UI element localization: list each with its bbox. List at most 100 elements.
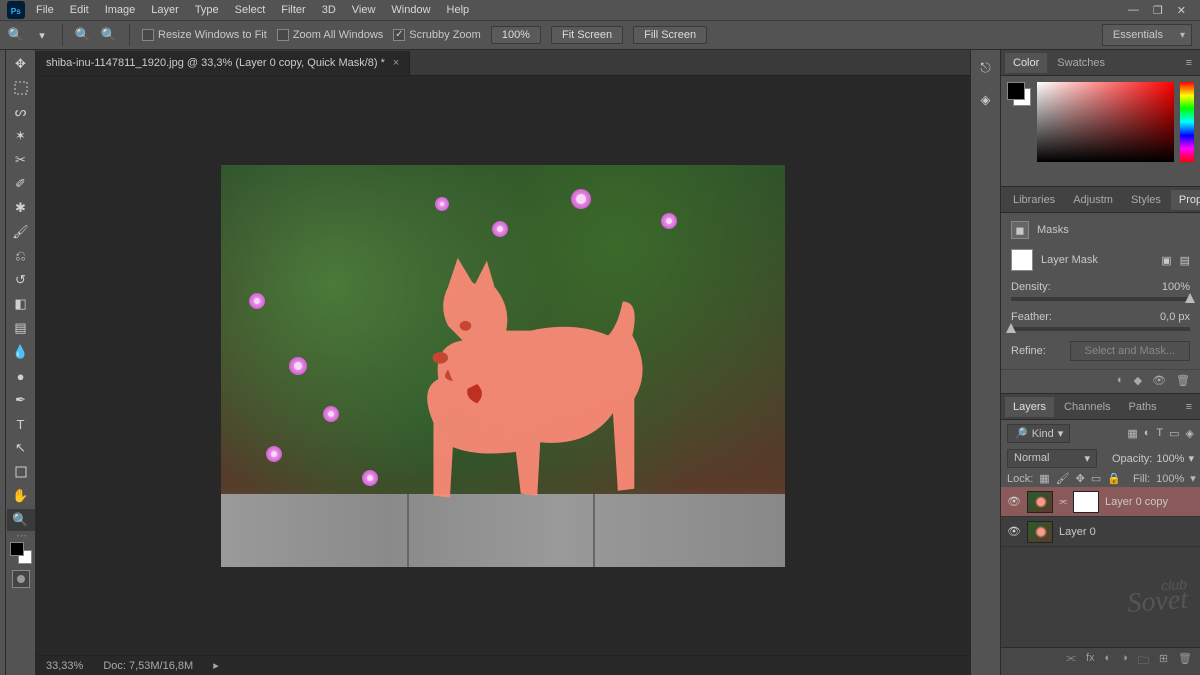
close-tab-icon[interactable]: × xyxy=(393,57,399,69)
history-panel-icon[interactable]: ⎋ xyxy=(980,60,990,76)
doc-info[interactable]: Doc: 7,53M/16,8M xyxy=(103,660,193,672)
color-field[interactable] xyxy=(1037,82,1174,162)
lock-all-icon[interactable]: 🔒 xyxy=(1107,472,1121,485)
menu-type[interactable]: Type xyxy=(187,2,227,18)
eraser-tool[interactable]: ◧ xyxy=(7,293,35,315)
zoom-out-icon[interactable]: 🔍 xyxy=(101,27,117,43)
panel-menu-icon[interactable]: ≡ xyxy=(1182,57,1196,69)
crop-tool[interactable]: ✂ xyxy=(7,149,35,171)
tab-libraries[interactable]: Libraries xyxy=(1005,190,1063,210)
layer-row[interactable]: 👁 Layer 0 xyxy=(1001,517,1200,547)
new-layer-icon[interactable]: ⊞ xyxy=(1159,652,1168,671)
feather-value[interactable]: 0,0 px xyxy=(1160,311,1190,323)
tab-channels[interactable]: Channels xyxy=(1056,397,1118,417)
marquee-tool[interactable] xyxy=(7,77,35,99)
mask-link-icon[interactable]: ⫘ xyxy=(1059,496,1067,507)
layer-name[interactable]: Layer 0 copy xyxy=(1105,496,1168,508)
menu-edit[interactable]: Edit xyxy=(62,2,97,18)
menu-filter[interactable]: Filter xyxy=(273,2,313,18)
tab-swatches[interactable]: Swatches xyxy=(1049,53,1113,73)
healing-brush-tool[interactable]: ✱ xyxy=(7,197,35,219)
tab-paths[interactable]: Paths xyxy=(1121,397,1165,417)
lock-position-icon[interactable]: ✥ xyxy=(1076,472,1085,485)
link-layers-icon[interactable]: ⫘ xyxy=(1066,652,1076,671)
zoom-in-icon[interactable]: 🔍 xyxy=(75,27,91,43)
vector-mask-icon[interactable]: ▤ xyxy=(1180,254,1190,267)
fill-value[interactable]: 100% xyxy=(1156,473,1184,485)
feather-slider[interactable] xyxy=(1011,327,1190,331)
new-adjustment-icon[interactable]: ◑ xyxy=(1121,652,1128,671)
color-swatches[interactable] xyxy=(1007,82,1031,106)
gradient-tool[interactable]: ▤ xyxy=(7,317,35,339)
filter-pixel-icon[interactable]: ▦ xyxy=(1127,427,1137,440)
tab-color[interactable]: Color xyxy=(1005,53,1047,73)
delete-mask-icon[interactable]: 🗑 xyxy=(1176,374,1190,387)
history-brush-tool[interactable]: ↺ xyxy=(7,269,35,291)
type-tool[interactable]: T xyxy=(7,413,35,435)
visibility-toggle-icon[interactable]: 👁 xyxy=(1007,495,1021,509)
apply-mask-icon[interactable]: ◆ xyxy=(1134,374,1142,387)
layer-thumbnail[interactable] xyxy=(1027,521,1053,543)
lock-artboard-icon[interactable]: ▭ xyxy=(1091,472,1101,485)
menu-window[interactable]: Window xyxy=(383,2,438,18)
clone-stamp-tool[interactable]: ⎌ xyxy=(7,245,35,267)
density-value[interactable]: 100% xyxy=(1162,281,1190,293)
chevron-down-icon[interactable]: ▾ xyxy=(1190,472,1196,485)
tab-layers[interactable]: Layers xyxy=(1005,397,1054,417)
menu-help[interactable]: Help xyxy=(439,2,478,18)
magic-wand-tool[interactable]: ✶ xyxy=(7,125,35,147)
zoom-all-checkbox[interactable]: Zoom All Windows xyxy=(277,29,383,41)
layer-mask-thumbnail[interactable] xyxy=(1011,249,1033,271)
layer-name[interactable]: Layer 0 xyxy=(1059,526,1096,538)
pen-tool[interactable]: ✒ xyxy=(7,389,35,411)
fit-screen-button[interactable]: Fit Screen xyxy=(551,26,623,44)
load-selection-icon[interactable]: ◐ xyxy=(1117,374,1124,387)
new-group-icon[interactable]: 🗀 xyxy=(1138,652,1149,671)
panel-menu-icon[interactable]: ≡ xyxy=(1182,401,1196,413)
zoom-tool[interactable]: 🔍 xyxy=(7,509,35,531)
lasso-tool[interactable]: ᔕ xyxy=(7,101,35,123)
opacity-value[interactable]: 100% xyxy=(1156,453,1184,465)
foreground-swatch[interactable] xyxy=(1007,82,1025,100)
layer-mask-thumbnail[interactable] xyxy=(1073,491,1099,513)
3d-panel-icon[interactable]: ◈ xyxy=(981,92,991,108)
chevron-down-icon[interactable]: ▾ xyxy=(34,27,50,43)
lock-image-icon[interactable]: 🖌 xyxy=(1056,472,1070,485)
density-slider[interactable] xyxy=(1011,297,1190,301)
hand-tool[interactable]: ✋ xyxy=(7,485,35,507)
menu-view[interactable]: View xyxy=(344,2,384,18)
foreground-color-swatch[interactable] xyxy=(10,542,24,556)
scrubby-zoom-checkbox[interactable]: Scrubby Zoom xyxy=(393,29,481,41)
select-and-mask-button[interactable]: Select and Mask... xyxy=(1070,341,1191,361)
rectangle-tool[interactable] xyxy=(7,461,35,483)
delete-layer-icon[interactable]: 🗑 xyxy=(1178,652,1192,671)
menu-layer[interactable]: Layer xyxy=(143,2,187,18)
quick-mask-toggle[interactable] xyxy=(12,570,30,588)
add-mask-icon[interactable]: ◐ xyxy=(1105,652,1112,671)
menu-3d[interactable]: 3D xyxy=(314,2,344,18)
zoom-readout[interactable]: 33,33% xyxy=(46,660,83,672)
minimize-icon[interactable]: — xyxy=(1128,4,1139,17)
workspace-dropdown[interactable]: Essentials xyxy=(1102,24,1192,46)
canvas-viewport[interactable] xyxy=(36,76,970,655)
menu-image[interactable]: Image xyxy=(97,2,144,18)
maximize-icon[interactable]: ❐ xyxy=(1153,4,1163,17)
filter-smart-icon[interactable]: ◈ xyxy=(1186,427,1194,440)
filter-type-icon[interactable]: T xyxy=(1156,427,1163,440)
document-tab[interactable]: shiba-inu-1147811_1920.jpg @ 33,3% (Laye… xyxy=(36,51,410,75)
lock-transparency-icon[interactable]: ▦ xyxy=(1039,472,1049,485)
layer-row[interactable]: 👁 ⫘ Layer 0 copy xyxy=(1001,487,1200,517)
blur-tool[interactable]: 💧 xyxy=(7,341,35,363)
filter-shape-icon[interactable]: ▭ xyxy=(1169,427,1179,440)
menu-file[interactable]: File xyxy=(28,2,62,18)
layer-filter-dropdown[interactable]: 🔎 Kind ▾ xyxy=(1007,424,1070,443)
tab-properties[interactable]: Properties xyxy=(1171,190,1200,210)
move-tool[interactable]: ✥ xyxy=(7,53,35,75)
eyedropper-tool[interactable]: ✐ xyxy=(7,173,35,195)
filter-adjustment-icon[interactable]: ◐ xyxy=(1144,427,1151,440)
tab-styles[interactable]: Styles xyxy=(1123,190,1169,210)
resize-windows-checkbox[interactable]: Resize Windows to Fit xyxy=(142,29,267,41)
layer-thumbnail[interactable] xyxy=(1027,491,1053,513)
pixel-mask-icon[interactable]: ▣ xyxy=(1161,254,1171,267)
chevron-down-icon[interactable]: ▾ xyxy=(1188,452,1194,465)
